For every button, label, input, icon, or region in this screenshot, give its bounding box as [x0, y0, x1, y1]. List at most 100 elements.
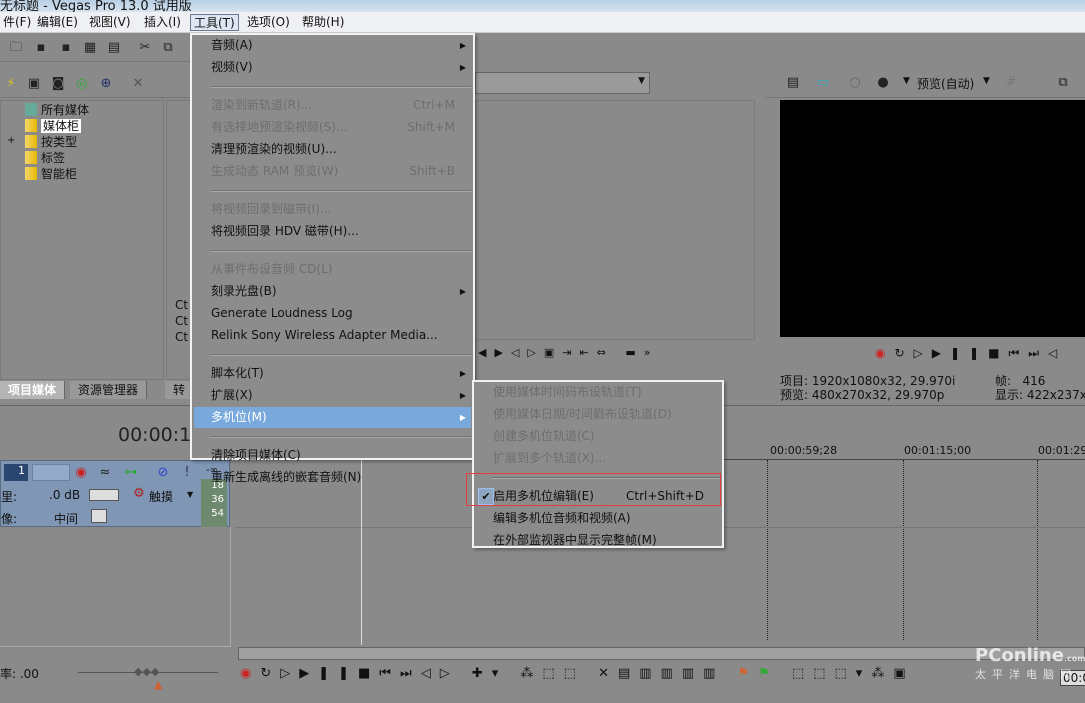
lightning-icon[interactable]: ⚡	[3, 76, 19, 92]
render-icon[interactable]: ▦	[82, 40, 98, 56]
tree-item-tags[interactable]: 标签	[25, 150, 65, 166]
menu-2[interactable]: 视图(V)	[86, 14, 134, 31]
menu-item-label: 多机位(M)	[211, 410, 267, 424]
menu-item-tools_menu-4[interactable]: 有选择地预渲染视频(S)... Shift+M	[194, 117, 471, 138]
open-folder-icon[interactable]: 🗀	[8, 40, 24, 56]
menu-6[interactable]: 帮助(H)	[299, 14, 347, 31]
menu-item-multicam_submenu-7[interactable]: 在外部监视器中显示完整帧(M)	[476, 530, 720, 551]
cd-icon[interactable]: ◎	[74, 76, 90, 92]
overlay-icon[interactable]: ●	[875, 75, 891, 91]
menu-5[interactable]: 选项(O)	[244, 14, 293, 31]
playhead-marker-icon: ▲	[154, 678, 163, 691]
menu-item-tools_menu-11[interactable]: 从事件布设音频 CD(L)	[194, 259, 471, 280]
menu-1[interactable]: 编辑(E)	[34, 14, 81, 31]
track-fx-icon[interactable]: ⊶	[123, 465, 139, 481]
ruler-label: 00:00:59;28	[770, 444, 838, 457]
menu-item-tools_menu-17[interactable]: 扩展(X) ▶	[194, 385, 471, 406]
automation-mode[interactable]: 触摸	[149, 488, 173, 505]
rate-label: 率: .00	[0, 667, 39, 681]
trimmer-dropdown[interactable]: ▼	[475, 72, 650, 94]
mute-icon[interactable]: ⊘	[155, 465, 171, 481]
list-item[interactable]: Ct	[175, 329, 188, 345]
submenu-arrow-icon: ▶	[459, 287, 466, 296]
expand-icon[interactable]: +	[7, 135, 15, 146]
menu-item-label: 重新生成离线的嵌套音频(N)	[211, 470, 362, 484]
properties-icon[interactable]: ▤	[106, 40, 122, 56]
menu-item-tools_menu-8[interactable]: 将视频回录到磁带(I)...	[194, 199, 471, 220]
menu-item-multicam_submenu-0[interactable]: 使用媒体时间码布设轨道(T)	[476, 382, 720, 403]
web-search-icon[interactable]: ⊕	[98, 76, 114, 92]
grid-icon[interactable]: #	[1003, 75, 1019, 91]
list-item[interactable]: Ct	[175, 297, 188, 313]
frame-label: 帧:	[995, 374, 1012, 388]
invert-phase-icon[interactable]: ≈	[97, 465, 113, 481]
list-item[interactable]: Ct	[175, 313, 188, 329]
delete-icon[interactable]: ✕	[130, 76, 146, 92]
menu-item-multicam_submenu-3[interactable]: 扩展到多个轨道(X)...	[476, 448, 720, 469]
menu-item-label: 编辑多机位音频和视频(A)	[493, 511, 631, 525]
menu-item-tools_menu-21[interactable]: 重新生成离线的嵌套音频(N)	[194, 467, 471, 488]
menu-item-label: 脚本化(T)	[211, 366, 264, 380]
menu-item-multicam_submenu-6[interactable]: 编辑多机位音频和视频(A)	[476, 508, 720, 529]
menu-item-tools_menu-0[interactable]: 音频(A) ▶	[194, 35, 471, 56]
menu-bar: 件(F) 编辑(E) 视图(V) 插入(I) 工具(T) 选项(O) 帮助(H)	[0, 12, 1085, 33]
tree-item-media-bin[interactable]: 媒体柜	[25, 118, 82, 134]
preview-info: 项目: 1920x1080x32, 29.970i 预览: 480x270x32…	[780, 374, 955, 402]
timeline-scrollbar[interactable]	[238, 647, 1085, 660]
rate-handle-icon[interactable]: ◆◆◆	[134, 665, 159, 678]
split-icon[interactable]: ○	[847, 75, 863, 91]
menu-item-tools_menu-20[interactable]: 清除项目媒体(C)	[194, 445, 471, 466]
save-icon[interactable]: ▪	[33, 40, 49, 56]
menu-0[interactable]: 件(F)	[0, 14, 34, 31]
tree-item-smart-bin[interactable]: 智能柜	[25, 166, 77, 182]
menu-item-tools_menu-13[interactable]: Generate Loudness Log	[194, 303, 471, 324]
tab-explorer[interactable]: 资源管理器	[70, 381, 148, 399]
trimmer-transport[interactable]: ◀▶◁▷▣⇥⇤⇔ ▬»	[478, 346, 748, 364]
menu-4[interactable]: 工具(T)	[190, 14, 239, 31]
track-name-input[interactable]	[32, 464, 70, 481]
tree-item-by-type[interactable]: 按类型	[25, 134, 77, 150]
menu-item-tools_menu-18[interactable]: 多机位(M) ▶	[194, 407, 471, 428]
preview-quality-dropdown[interactable]: 预览(自动)	[917, 75, 974, 92]
menu-item-tools_menu-12[interactable]: 刻录光盘(B) ▶	[194, 281, 471, 302]
arm-record-icon[interactable]: ◉	[73, 465, 89, 481]
automation-gear-icon[interactable]: ⚙	[131, 486, 147, 502]
volume-slider[interactable]	[89, 489, 119, 501]
main-transport[interactable]: ◉↻▷▶❚❚■⏮⏭◁▷ ✚▾ ⁂⬚⬚ ✕▤▥▥▥▥ ⚑⚑ ⬚⬚⬚▾⁂▣	[240, 666, 1085, 692]
copy-icon[interactable]: ⧉	[160, 40, 176, 56]
menu-item-shortcut: Ctrl+M	[413, 98, 455, 112]
preview-label: 预览:	[780, 388, 809, 402]
menu-3[interactable]: 插入(I)	[141, 14, 184, 31]
menu-item-tools_menu-16[interactable]: 脚本化(T) ▶	[194, 363, 471, 384]
menu-item-label: 创建多机位轨道(C)	[493, 429, 595, 443]
menu-item-tools_menu-14[interactable]: Relink Sony Wireless Adapter Media...	[194, 325, 471, 346]
tree-item-all-media[interactable]: 所有媒体	[25, 102, 89, 118]
submenu-arrow-icon: ▶	[459, 63, 466, 72]
copy-snapshot-icon[interactable]: ⧉	[1055, 75, 1071, 91]
menu-item-tools_menu-6[interactable]: 生成动态 RAM 预览(W) Shift+B	[194, 161, 471, 182]
save-as-icon[interactable]: ▪	[58, 40, 74, 56]
menu-separator	[210, 250, 471, 252]
submenu-arrow-icon: ▶	[459, 369, 466, 378]
volume-label: 里:	[1, 490, 18, 504]
tab-project-media[interactable]: 项目媒体	[0, 381, 66, 399]
preview-properties-icon[interactable]: ▤	[785, 75, 801, 91]
cut-icon[interactable]: ✂	[137, 40, 153, 56]
menu-item-tools_menu-1[interactable]: 视频(V) ▶	[194, 57, 471, 78]
solo-icon[interactable]: !	[179, 465, 195, 481]
capture-icon[interactable]: ◙	[50, 76, 66, 92]
menu-item-multicam_submenu-1[interactable]: 使用媒体日期/时间戳布设轨道(D)	[476, 404, 720, 425]
menu-separator	[210, 436, 471, 438]
frame-info: 帧: 416 显示: 422x237x32	[995, 374, 1085, 402]
preview-transport[interactable]: ◉↻▷▶❚❚■⏮⏭◁	[875, 346, 1085, 364]
import-media-icon[interactable]: ▣	[26, 76, 42, 92]
monitor-icon[interactable]: ▭	[815, 75, 831, 91]
menu-item-tools_menu-3[interactable]: 渲染到新轨道(R)... Ctrl+M	[194, 95, 471, 116]
pan-slider[interactable]	[91, 509, 107, 523]
menu-item-tools_menu-5[interactable]: 清理预渲染的视频(U)...	[194, 139, 471, 160]
menu-item-label: 清除项目媒体(C)	[211, 448, 301, 462]
submenu-arrow-icon: ▶	[459, 413, 466, 422]
menu-item-multicam_submenu-2[interactable]: 创建多机位轨道(C)	[476, 426, 720, 447]
menu-item-tools_menu-9[interactable]: 将视频回录 HDV 磁带(H)...	[194, 221, 471, 242]
timecode-display: 00:00:1	[118, 424, 192, 446]
